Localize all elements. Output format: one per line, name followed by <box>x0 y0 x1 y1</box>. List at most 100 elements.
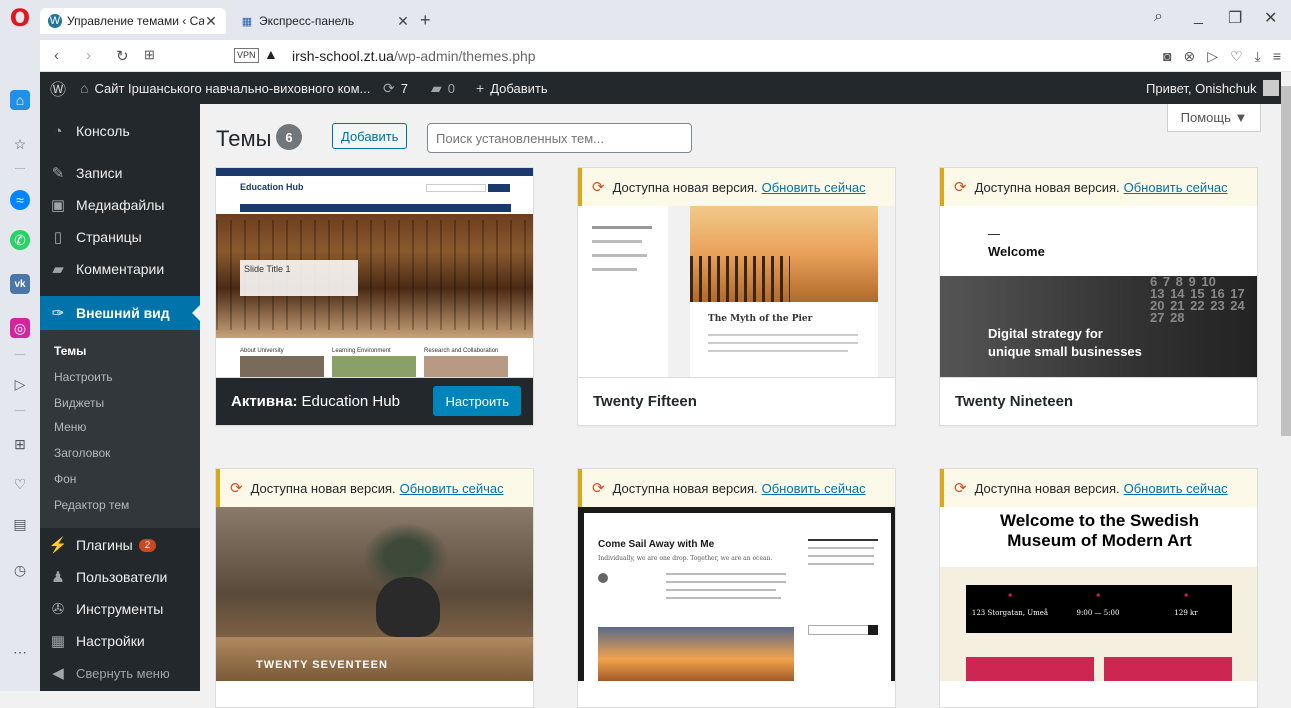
update-notice: ⟳ Доступна новая версия. Обновить сейчас <box>216 469 533 507</box>
search-themes-input[interactable] <box>427 123 692 153</box>
back-icon[interactable]: ‹ <box>54 47 59 64</box>
submenu-themes[interactable]: Темы <box>54 344 86 358</box>
submenu-menus[interactable]: Меню <box>54 420 86 434</box>
update-now-link[interactable]: Обновить сейчас <box>762 180 866 195</box>
url-field[interactable]: irsh-school.zt.ua/wp-admin/themes.php <box>292 48 536 64</box>
history-icon[interactable]: ◷ <box>10 560 30 580</box>
more-icon[interactable]: ⋯ <box>10 642 30 662</box>
close-tab-icon[interactable]: ✕ <box>396 13 410 30</box>
dashboard-icon: ◔ <box>53 122 63 140</box>
update-now-link[interactable]: Обновить сейчас <box>1124 180 1228 195</box>
menu-plugins[interactable]: ⚡ Плагины 2 <box>40 528 200 562</box>
easy-setup-icon[interactable]: ≡ <box>1273 48 1281 65</box>
update-notice: ⟳ Доступна новая версия. Обновить сейчас <box>940 469 1257 507</box>
themes-page: Темы 6 Добавить Помощь ▼ Education Hub S… <box>200 104 1281 708</box>
menu-users[interactable]: ♟ Пользователи <box>40 560 200 594</box>
pin-icon: ✎ <box>51 165 65 182</box>
adblock-icon[interactable]: ⊗ <box>1184 48 1196 65</box>
maximize-icon[interactable]: ❐ <box>1228 8 1242 28</box>
speed-dial-icon: ▦ <box>241 15 253 28</box>
theme-card-education-hub[interactable]: Education Hub Slide Title 1 About Univer… <box>215 167 534 426</box>
theme-card-twenty-nineteen[interactable]: ⟳ Доступна новая версия. Обновить сейчас W… <box>939 167 1258 426</box>
menu-settings[interactable]: ▦ Настройки <box>40 624 200 658</box>
flow-icon[interactable]: ▷ <box>10 374 30 394</box>
reload-icon[interactable]: ↻ <box>116 47 129 65</box>
menu-media[interactable]: ▣ Медиафайлы <box>40 188 200 222</box>
update-icon: ⟳ <box>954 179 967 196</box>
vpn-badge[interactable]: VPN <box>234 48 259 63</box>
whatsapp-icon[interactable]: ✆ <box>10 230 30 250</box>
add-new-link[interactable]: + Добавить <box>476 72 548 104</box>
comment-icon: ▰ <box>431 79 442 96</box>
submenu-widgets[interactable]: Виджеты <box>54 396 104 410</box>
update-notice: ⟳ Доступна новая версия. Обновить сейчас <box>578 469 895 507</box>
preview-slide-title: Slide Title 1 <box>240 260 358 296</box>
help-button[interactable]: Помощь ▼ <box>1167 104 1261 132</box>
menu-comments[interactable]: ▰ Комментарии <box>40 252 200 286</box>
comments-link[interactable]: ▰ 0 <box>431 72 455 104</box>
send-icon[interactable]: ▷ <box>1207 48 1218 65</box>
updates-link[interactable]: ⟳ 7 <box>383 72 408 104</box>
forward-icon[interactable]: › <box>86 47 91 64</box>
update-now-link[interactable]: Обновить сейчас <box>1124 481 1228 496</box>
star-icon[interactable]: ☆ <box>10 134 30 154</box>
scrollbar-thumb[interactable] <box>1281 86 1291 436</box>
appearance-submenu: Темы Настроить Виджеты Меню Заголовок Фо… <box>40 330 200 528</box>
avatar <box>1262 80 1279 96</box>
menu-appearance[interactable]: ✑ Внешний вид <box>40 296 200 330</box>
heart-icon[interactable]: ♡ <box>1230 48 1243 65</box>
menu-tools[interactable]: ✇ Инструменты <box>40 592 200 626</box>
insecure-warning-icon[interactable]: ▲ <box>264 46 278 62</box>
submenu-customize[interactable]: Настроить <box>54 370 113 384</box>
close-tab-icon[interactable]: ✕ <box>204 13 218 30</box>
update-icon: ⟳ <box>592 179 605 196</box>
wp-admin-bar: Ⓦ ⌂ Сайт Іршанського навчально-виховного … <box>40 72 1281 104</box>
submenu-background[interactable]: Фон <box>54 472 76 486</box>
theme-card-twenty-sixteen[interactable]: ⟳ Доступна новая версия. Обновить сейчас C… <box>577 468 896 708</box>
wp-logo-icon[interactable]: Ⓦ <box>50 72 72 104</box>
plugins-badge: 2 <box>138 538 157 552</box>
bookmarks-heart-icon[interactable]: ♡ <box>10 474 30 494</box>
new-tab-icon[interactable]: + <box>420 10 431 31</box>
camera-icon[interactable]: ◙ <box>1163 48 1171 65</box>
preview-post-title: Come Sail Away with Me <box>598 539 715 550</box>
menu-dashboard[interactable]: ◔ Консоль <box>40 114 200 148</box>
news-icon[interactable]: ▤ <box>10 514 30 534</box>
speed-dial-grid-icon[interactable]: ⊞ <box>144 47 155 63</box>
download-icon[interactable]: ⤓ <box>1255 48 1261 65</box>
update-now-link[interactable]: Обновить сейчас <box>762 481 866 496</box>
menu-posts[interactable]: ✎ Записи <box>40 156 200 190</box>
home-icon[interactable]: ⌂ <box>10 90 30 110</box>
theme-card-twenty-twenty[interactable]: ⟳ Доступна новая версия. Обновить сейчас W… <box>939 468 1258 708</box>
address-actions: ◙ ⊗ ▷ ♡ ⤓ ≡ <box>1163 48 1281 65</box>
submenu-header[interactable]: Заголовок <box>54 446 110 460</box>
address-bar: ‹ › ↻ ⊞ VPN ▲ irsh-school.zt.ua/wp-admin… <box>40 40 1291 72</box>
search-tabs-icon[interactable]: ⌕ <box>1154 8 1163 26</box>
tab-speed-dial[interactable]: ▦ Экспресс-панель ✕ <box>232 8 418 34</box>
speed-dial-side-icon[interactable]: ⊞ <box>10 434 30 454</box>
preview-site-title: TWENTY SEVENTEEN <box>256 659 388 671</box>
menu-collapse[interactable]: ◀ Свернуть меню <box>40 656 200 690</box>
tab-themes[interactable]: W Управление темами ‹ Сай ✕ <box>40 8 226 34</box>
messenger-icon[interactable]: ≈ <box>10 190 30 210</box>
close-window-icon[interactable]: ✕ <box>1264 8 1277 28</box>
instagram-icon[interactable]: ◎ <box>10 318 30 338</box>
add-theme-button[interactable]: Добавить <box>332 123 408 149</box>
site-name-link[interactable]: ⌂ Сайт Іршанського навчально-виховного ко… <box>80 72 370 104</box>
theme-name: Twenty Nineteen <box>940 377 1257 425</box>
browser-sidebar: ⌂ ☆ ≈ ✆ vk ◎ ▷ ⊞ ♡ ▤ ◷ ⋯ <box>0 40 40 691</box>
theme-card-twenty-seventeen[interactable]: ⟳ Доступна новая версия. Обновить сейчас T… <box>215 468 534 708</box>
menu-pages[interactable]: ▯ Страницы <box>40 220 200 254</box>
opera-logo-icon[interactable]: O <box>8 6 32 30</box>
theme-card-twenty-fifteen[interactable]: ⟳ Доступна новая версия. Обновить сейчас T… <box>577 167 896 426</box>
user-greeting[interactable]: Привет, Onishchuk <box>1146 72 1279 104</box>
update-icon: ⟳ <box>592 480 605 497</box>
media-icon: ▣ <box>50 197 66 214</box>
submenu-theme-editor[interactable]: Редактор тем <box>54 498 129 512</box>
customize-button[interactable]: Настроить <box>433 386 521 416</box>
minimize-icon[interactable]: _ <box>1194 8 1203 26</box>
comment-icon: ▰ <box>52 261 64 278</box>
update-now-link[interactable]: Обновить сейчас <box>400 481 504 496</box>
theme-screenshot: Education Hub Slide Title 1 About Univer… <box>216 168 533 379</box>
vk-icon[interactable]: vk <box>10 274 30 294</box>
